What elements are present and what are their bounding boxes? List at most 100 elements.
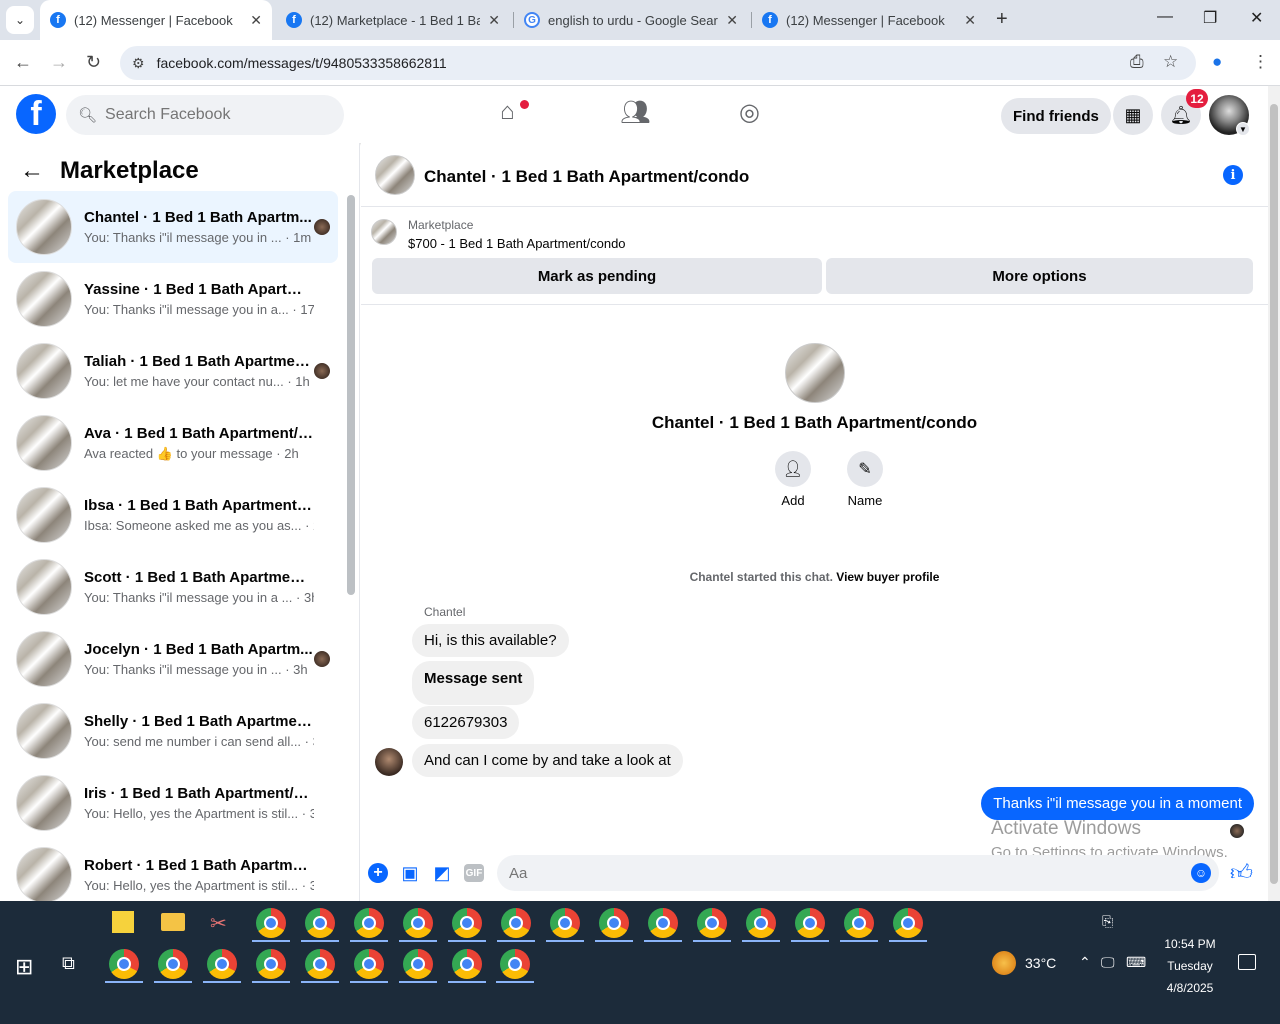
scrollbar-thumb[interactable] (1270, 104, 1278, 884)
chrome-taskbar-icon[interactable] (207, 949, 237, 979)
chat-title[interactable]: Chantel · 1 Bed 1 Bath Apartment/condo (424, 167, 749, 187)
message-bubble[interactable]: Hi, is this available? (412, 624, 569, 657)
back-arrow-icon[interactable]: ← (20, 157, 44, 185)
chrome-taskbar-icon[interactable] (256, 949, 286, 979)
find-friends-button[interactable]: Find friends (1001, 98, 1111, 134)
conversation-item[interactable]: Yassine · 1 Bed 1 Bath Apartment... You: … (8, 263, 338, 335)
listing-thumbnail[interactable] (371, 219, 397, 245)
groups-icon[interactable]: ◎ (739, 98, 760, 127)
close-icon[interactable]: ✕ (488, 12, 500, 29)
chrome-taskbar-icon[interactable] (452, 908, 482, 938)
chrome-taskbar-icon[interactable] (500, 949, 530, 979)
conversation-item[interactable]: Chantel · 1 Bed 1 Bath Apartm... You: Tha… (8, 191, 338, 263)
bookmark-star-icon[interactable]: ☆ (1163, 52, 1178, 72)
browser-tab-messenger[interactable]: f (12) Messenger | Facebook ✕ (40, 0, 272, 40)
task-view-icon[interactable]: ⧉ (62, 953, 75, 974)
chrome-taskbar-icon[interactable] (648, 908, 678, 938)
sender-avatar[interactable] (375, 748, 403, 776)
conversation-item[interactable]: Scott · 1 Bed 1 Bath Apartment/c... You: … (8, 551, 338, 623)
chrome-taskbar-icon[interactable] (305, 908, 335, 938)
temperature-text[interactable]: 33°C (1025, 955, 1056, 971)
keyboard-icon[interactable]: ⌨ (1126, 954, 1146, 971)
name-button[interactable]: ✎ Name (829, 451, 901, 508)
message-bubble[interactable]: 6122679303 (412, 706, 520, 739)
new-tab-button[interactable]: + (996, 8, 1008, 31)
chrome-taskbar-icon[interactable] (354, 908, 384, 938)
profile-card-avatar[interactable] (784, 343, 845, 403)
gif-icon[interactable]: GIF (464, 864, 484, 882)
install-app-icon[interactable]: ⎙ (1130, 52, 1144, 72)
page-scrollbar[interactable] (1268, 86, 1280, 901)
close-icon[interactable]: ✕ (250, 12, 262, 29)
message-bubble[interactable]: And can I come by and take a look at (412, 744, 683, 777)
chrome-taskbar-icon[interactable] (305, 949, 335, 979)
message-input[interactable] (509, 864, 1169, 882)
sticky-notes-icon[interactable] (112, 911, 134, 933)
url-text[interactable]: facebook.com/messages/t/9480533358662811 (157, 55, 447, 71)
listing-price[interactable]: $700 - 1 Bed 1 Bath Apartment/condo (408, 236, 626, 251)
view-buyer-profile-link[interactable]: View buyer profile (836, 570, 939, 584)
browser-tab-marketplace[interactable]: f (12) Marketplace - 1 Bed 1 Bath ✕ (276, 0, 510, 40)
message-bubble[interactable]: Message sent (412, 661, 535, 705)
conversation-item[interactable]: Iris · 1 Bed 1 Bath Apartment/co... You: … (8, 767, 338, 839)
address-bar[interactable]: ⚙ facebook.com/messages/t/94805333586628… (120, 46, 1196, 80)
back-arrow-icon[interactable]: ← (14, 52, 32, 73)
mark-as-pending-button[interactable]: Mark as pending (372, 258, 822, 294)
chrome-taskbar-icon[interactable] (795, 908, 825, 938)
chrome-taskbar-icon[interactable] (109, 949, 139, 979)
window-close-icon[interactable]: ✕ (1250, 8, 1263, 28)
meet-now-icon[interactable]: ⎘ (1102, 913, 1113, 930)
photo-icon[interactable]: ▣ (398, 861, 422, 885)
conversation-item[interactable]: Ibsa · 1 Bed 1 Bath Apartment/c... Ibsa: … (8, 479, 338, 551)
snipping-tool-icon[interactable]: ✂ (210, 911, 227, 936)
minimize-icon[interactable]: — (1157, 8, 1173, 26)
forward-arrow-icon[interactable]: → (50, 52, 68, 73)
chrome-taskbar-icon[interactable] (452, 949, 482, 979)
emoji-icon[interactable]: ☺ (1191, 863, 1211, 883)
notification-center-icon[interactable] (1238, 954, 1256, 970)
facebook-logo-icon[interactable]: f (16, 94, 56, 134)
chrome-taskbar-icon[interactable] (893, 908, 923, 938)
chrome-taskbar-icon[interactable] (354, 949, 384, 979)
home-icon[interactable]: ⌂ (500, 98, 515, 126)
message-input-box[interactable]: ☺ (497, 855, 1219, 891)
conversation-item[interactable]: Jocelyn · 1 Bed 1 Bath Apartm... You: Tha… (8, 623, 338, 695)
chevron-up-icon[interactable]: ⌃ (1079, 954, 1091, 971)
info-icon[interactable]: i (1223, 165, 1243, 185)
file-explorer-icon[interactable] (161, 913, 185, 931)
browser-tab-messenger-2[interactable]: f (12) Messenger | Facebook ✕ (752, 0, 986, 40)
chrome-taskbar-icon[interactable] (158, 949, 188, 979)
sent-message-bubble[interactable]: Thanks i"il message you in a moment (981, 787, 1254, 820)
add-button[interactable]: 👤︎ Add (757, 451, 829, 508)
conversation-item[interactable]: Shelly · 1 Bed 1 Bath Apartment/... You: … (8, 695, 338, 767)
conversation-item[interactable]: Ava · 1 Bed 1 Bath Apartment/co... Ava re… (8, 407, 338, 479)
chrome-taskbar-icon[interactable] (403, 908, 433, 938)
facebook-search[interactable]: 🔍︎ (66, 95, 344, 135)
reload-icon[interactable]: ↻ (86, 52, 101, 73)
profile-icon[interactable]: ● (1212, 52, 1222, 72)
thumbs-up-icon[interactable]: 👍︎ (1230, 859, 1253, 886)
close-icon[interactable]: ✕ (726, 12, 738, 29)
search-input[interactable] (105, 106, 326, 124)
close-icon[interactable]: ✕ (964, 12, 976, 29)
menu-dots-icon[interactable]: ⋮ (1252, 52, 1269, 72)
plus-icon[interactable]: + (368, 863, 388, 883)
chrome-taskbar-icon[interactable] (550, 908, 580, 938)
more-options-button[interactable]: More options (826, 258, 1253, 294)
chevron-down-icon[interactable]: ▼ (1236, 122, 1250, 136)
conversation-item[interactable]: Taliah · 1 Bed 1 Bath Apartmen... You: le… (8, 335, 338, 407)
browser-tab-google[interactable]: G english to urdu - Google Search ✕ (514, 0, 748, 40)
weather-icon[interactable] (992, 951, 1016, 975)
system-clock[interactable]: 10:54 PM Tuesday 4/8/2025 (1155, 933, 1225, 999)
tab-search-button[interactable]: ⌄ (6, 6, 34, 34)
menu-grid-icon[interactable]: ▦ (1113, 95, 1153, 135)
network-icon[interactable]: 🖵︎ (1101, 954, 1115, 971)
chat-avatar[interactable] (375, 155, 415, 195)
sidebar-scrollbar[interactable] (347, 195, 355, 595)
conversation-item[interactable]: Robert · 1 Bed 1 Bath Apartment... You: H… (8, 839, 338, 901)
windows-start-icon[interactable]: ⊞ (15, 954, 33, 980)
chrome-taskbar-icon[interactable] (599, 908, 629, 938)
chrome-taskbar-icon[interactable] (501, 908, 531, 938)
sticker-icon[interactable]: ◩ (430, 861, 454, 885)
chrome-taskbar-icon[interactable] (746, 908, 776, 938)
